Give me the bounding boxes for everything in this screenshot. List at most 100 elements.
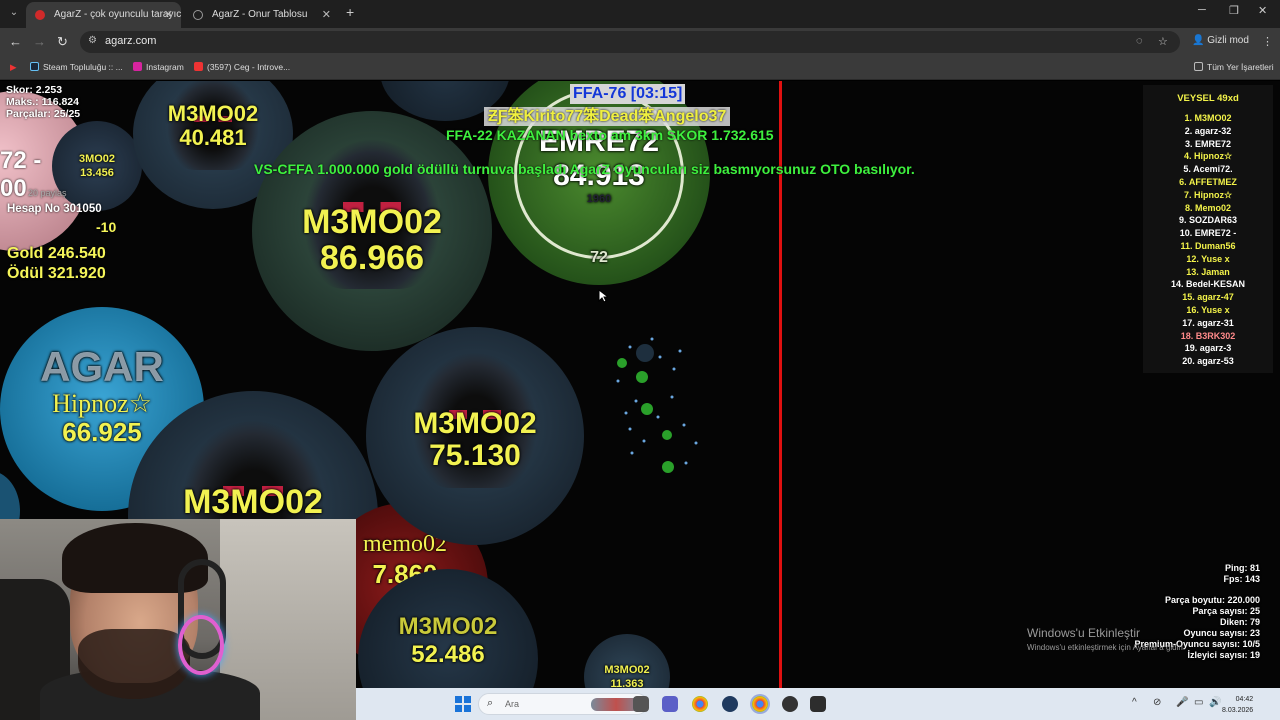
url-text: agarz.com: [105, 35, 157, 47]
leaderboard-row: 2. agarz-32: [1184, 125, 1232, 136]
bookmark-youtube[interactable]: (3597) Ceg - Introve...: [194, 62, 290, 72]
cell-name: M3MO02: [604, 664, 650, 676]
clock-date: 8.03.2026: [1222, 707, 1254, 714]
tray-chevron-icon[interactable]: ^: [1132, 697, 1137, 708]
menu-icon[interactable]: ⋮: [1262, 35, 1273, 48]
leaderboard-row: 7. Hipnoz☆: [1183, 189, 1233, 200]
partial-text: 72 -: [0, 147, 42, 174]
leaderboard-row: 15. agarz-47: [1182, 292, 1234, 303]
partial-text: -10: [96, 219, 117, 235]
incognito-indicator[interactable]: 👤 Gizli mod: [1192, 35, 1249, 46]
forward-icon[interactable]: →: [33, 34, 46, 49]
reload-icon[interactable]: ↻: [57, 34, 68, 50]
site-info-icon[interactable]: ⚙: [88, 35, 97, 46]
close-tab-icon[interactable]: ✕: [164, 2, 173, 28]
browser-toolbar: ← → ↻ ⚙ agarz.com ◌ ☆ 👤 Gizli mod ⋮: [0, 28, 1280, 56]
minimize-icon[interactable]: ─: [1198, 4, 1206, 16]
windows-taskbar: ⌕ Ara ^ ⊘ 🎤 ▭ 🔊 04:42 8.03.2026: [356, 688, 1280, 720]
cell-name: M3MO02: [413, 407, 537, 440]
player-cell: M3MO02 75.130: [366, 327, 584, 545]
part-count-text: Parça sayısı: 25: [1192, 606, 1260, 616]
max-score-text: Maks.: 116.824: [6, 96, 79, 108]
cell-name: 3MO02: [78, 153, 116, 165]
back-icon[interactable]: ←: [9, 34, 22, 49]
all-bookmarks[interactable]: Tüm Yer İşaretleri: [1194, 62, 1274, 72]
close-window-icon[interactable]: ✕: [1258, 4, 1267, 17]
task-view-icon[interactable]: [633, 696, 649, 712]
bookmark-instagram[interactable]: Instagram: [133, 62, 184, 72]
cell-name: M3MO02: [183, 483, 323, 521]
tray-volume-icon[interactable]: 🔊: [1209, 697, 1221, 708]
youtube-icon: [194, 62, 203, 71]
steam-taskbar-icon[interactable]: [722, 696, 738, 712]
cell-name: M3MO02: [302, 203, 442, 241]
leaderboard-title: VEYSEL 49xd: [1177, 93, 1239, 104]
tab-agarz-leaderboard[interactable]: AgarZ - Onur Tablosu ✕: [184, 2, 339, 28]
agarz-favicon-icon: [35, 10, 45, 20]
cell-mass: 11.363: [610, 678, 644, 688]
leaderboard-row: 6. AFFETMEZ: [1179, 177, 1237, 187]
taskbar-clock[interactable]: 04:42 8.03.2026: [1222, 694, 1253, 716]
bookmark-star-icon[interactable]: ☆: [1158, 35, 1168, 48]
cell-mass: 13.456: [80, 167, 114, 179]
player-count-text: Oyuncu sayısı: 23: [1183, 628, 1260, 638]
address-bar[interactable]: ⚙ agarz.com: [80, 31, 1180, 53]
globe-icon: [193, 10, 203, 20]
chrome-active-icon[interactable]: [752, 696, 768, 712]
winner-message: FFA-22 KAZANAN bexto am 3km SKOR 1.732.6…: [446, 127, 774, 143]
obs-icon[interactable]: [782, 696, 798, 712]
bookmark-label: Instagram: [146, 62, 184, 72]
emblem-number: 72: [590, 249, 608, 266]
windows-start-icon[interactable]: [455, 696, 471, 712]
leaderboard-row: 14. Bedel-KESAN: [1170, 279, 1246, 290]
parts-text: Parçalar: 25/25: [6, 108, 81, 120]
bookmarks-bar: ▶ Steam Topluluğu :: ... Instagram (3597…: [0, 56, 1280, 80]
activation-watermark-title: Windows'u Etkinleştir: [1027, 626, 1140, 640]
all-bookmarks-label: Tüm Yer İşaretleri: [1207, 62, 1274, 72]
headphone-rgb-ring: [178, 615, 224, 675]
bookmark-steam[interactable]: Steam Topluluğu :: ...: [30, 62, 123, 72]
chrome-icon[interactable]: [692, 696, 708, 712]
cell-mass: 40.481: [179, 125, 247, 150]
emblem-year: 1960: [586, 193, 612, 205]
cell-mass: 75.130: [429, 439, 521, 472]
app-icon[interactable]: [810, 696, 826, 712]
score-text: Skor: 2.253: [6, 84, 63, 96]
food-pellets: [616, 337, 698, 473]
new-tab-button[interactable]: +: [346, 4, 354, 20]
cell-mass: 52.486: [411, 641, 485, 668]
clock-time: 04:42: [1235, 696, 1254, 703]
close-tab-icon[interactable]: ✕: [322, 2, 331, 28]
spectator-count-text: İzleyici sayısı: 19: [1187, 650, 1260, 660]
leaderboard-row: 16. Yuse x: [1186, 305, 1230, 315]
cell-mass: 86.966: [320, 239, 424, 277]
eye-off-icon[interactable]: ◌: [1136, 35, 1143, 47]
browser-tab-bar: ⌄ AgarZ - çok oyunculu tarayıcı o ✕ Agar…: [0, 0, 1280, 28]
tab-search-icon[interactable]: ⌄: [6, 5, 22, 21]
apps-icon[interactable]: ▶: [10, 62, 17, 73]
leaderboard: VEYSEL 49xd 1. M3MO02 2. agarz-32 3. EMRE7…: [1143, 85, 1273, 373]
reward-text: Ödül 321.920: [7, 265, 106, 282]
mouse-cursor-icon: [598, 289, 608, 303]
folder-icon: [1194, 62, 1203, 71]
tray-display-icon[interactable]: ▭: [1194, 697, 1203, 708]
leaderboard-row: 11. Duman56: [1180, 241, 1236, 251]
leaderboard-row: 17. agarz-31: [1182, 317, 1234, 328]
tray-network-icon[interactable]: ⊘: [1153, 697, 1161, 708]
leaderboard-row: 10. EMRE72 -: [1179, 228, 1237, 239]
maximize-icon[interactable]: ❐: [1229, 4, 1239, 17]
cell-name: M3MO02: [398, 613, 498, 640]
share-text[interactable]: 20 paylaş: [28, 188, 67, 198]
webcam-overlay: [0, 519, 356, 720]
cell-name: M3MO02: [167, 101, 259, 126]
leaderboard-row: 4. Hipnoz☆: [1183, 151, 1233, 162]
incognito-icon: 👤: [1192, 35, 1205, 46]
tray-mic-icon[interactable]: 🎤: [1176, 697, 1188, 708]
instagram-icon: [133, 62, 142, 71]
teams-icon[interactable]: [662, 696, 678, 712]
fps-text: Fps: 143: [1223, 574, 1260, 584]
team-names-bar: ƵƑ笨Kirito77笨Dead笨Angelo37: [484, 107, 731, 126]
tab-agarz-game[interactable]: AgarZ - çok oyunculu tarayıcı o ✕: [26, 2, 181, 28]
cell-name: Hipnoz☆: [52, 389, 152, 418]
taskbar-search[interactable]: ⌕ Ara: [478, 693, 648, 715]
